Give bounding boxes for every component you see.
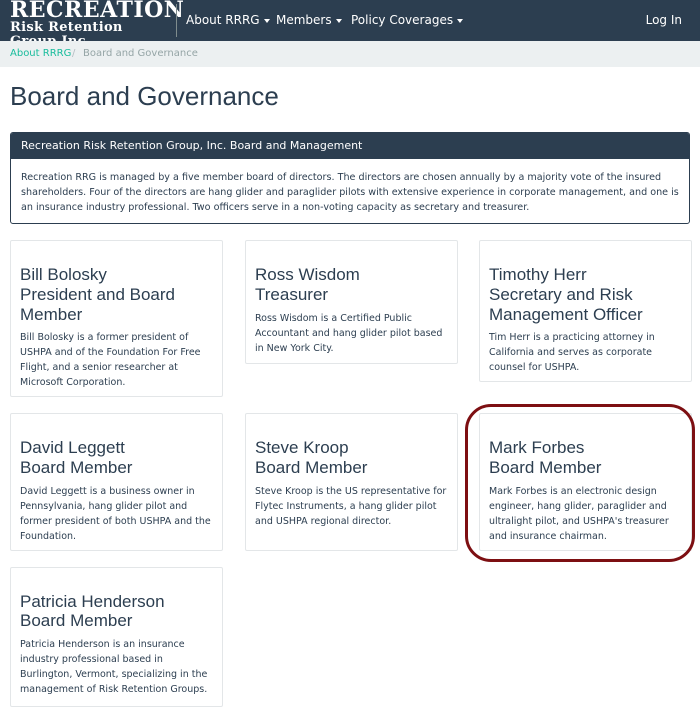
login-link[interactable]: Log In [646, 0, 682, 41]
breadcrumb-separator: / [72, 48, 76, 59]
page-title: Board and Governance [10, 81, 279, 111]
caret-down-icon [335, 18, 342, 23]
member-role: Board Member [20, 611, 133, 630]
member-description: Tim Herr is a practicing attorney in Cal… [489, 332, 655, 373]
member-name: Patricia Henderson [20, 592, 165, 611]
nav-policy-dropdown[interactable]: Policy Coverages [351, 0, 464, 41]
member-card-patricia-henderson: Patricia Henderson Board Member Patricia… [10, 567, 223, 707]
member-role: Board Member [20, 458, 133, 477]
member-name: David Leggett [20, 438, 125, 457]
member-description: Patricia Henderson is an insurance indus… [20, 639, 208, 695]
member-role: Treasurer [255, 285, 329, 304]
brand-line1: RECREATION [10, 0, 185, 23]
member-role: Secretary and Risk Management Officer [489, 285, 643, 324]
nav-members-label: Members [276, 13, 332, 27]
member-card-steve-kroop: Steve Kroop Board Member Steve Kroop is … [245, 413, 458, 551]
member-role: Board Member [255, 458, 368, 477]
member-description: Ross Wisdom is a Certified Public Accoun… [255, 313, 443, 354]
breadcrumb-current: Board and Governance [83, 48, 198, 59]
panel-body: Recreation RRG is managed by a five memb… [21, 172, 679, 213]
member-role: President and Board Member [20, 285, 175, 324]
navbar: RECREATION Risk Retention Group Inc. Abo… [0, 0, 700, 49]
member-description: Steve Kroop is the US representative for… [255, 486, 447, 527]
brand-logo[interactable]: RECREATION Risk Retention Group Inc. [10, 0, 184, 49]
caret-down-icon [457, 18, 464, 23]
highlight-annotation [465, 404, 695, 562]
member-card-bill-bolosky: Bill Bolosky President and Board Member … [10, 240, 223, 397]
member-name: Ross Wisdom [255, 265, 360, 284]
member-card-ross-wisdom: Ross Wisdom Treasurer Ross Wisdom is a C… [245, 240, 458, 364]
nav-policy-label: Policy Coverages [351, 13, 454, 27]
breadcrumb: About RRRG / Board and Governance [0, 41, 700, 67]
member-card-timothy-herr: Timothy Herr Secretary and Risk Manageme… [479, 240, 692, 382]
board-info-panel: Recreation Risk Retention Group, Inc. Bo… [10, 132, 690, 224]
nav-members-dropdown[interactable]: Members [276, 0, 342, 41]
nav-about-dropdown[interactable]: About RRRG [186, 0, 270, 41]
member-card-david-leggett: David Leggett Board Member David Leggett… [10, 413, 223, 551]
member-description: David Leggett is a business owner in Pen… [20, 486, 211, 542]
caret-down-icon [263, 18, 270, 23]
member-name: Timothy Herr [489, 265, 587, 284]
member-name: Bill Bolosky [20, 265, 107, 284]
nav-about-label: About RRRG [186, 13, 260, 27]
brand-divider [176, 4, 177, 37]
member-name: Steve Kroop [255, 438, 349, 457]
breadcrumb-about-link[interactable]: About RRRG [10, 41, 71, 67]
member-description: Bill Bolosky is a former president of US… [20, 332, 201, 388]
panel-heading: Recreation Risk Retention Group, Inc. Bo… [11, 133, 689, 159]
